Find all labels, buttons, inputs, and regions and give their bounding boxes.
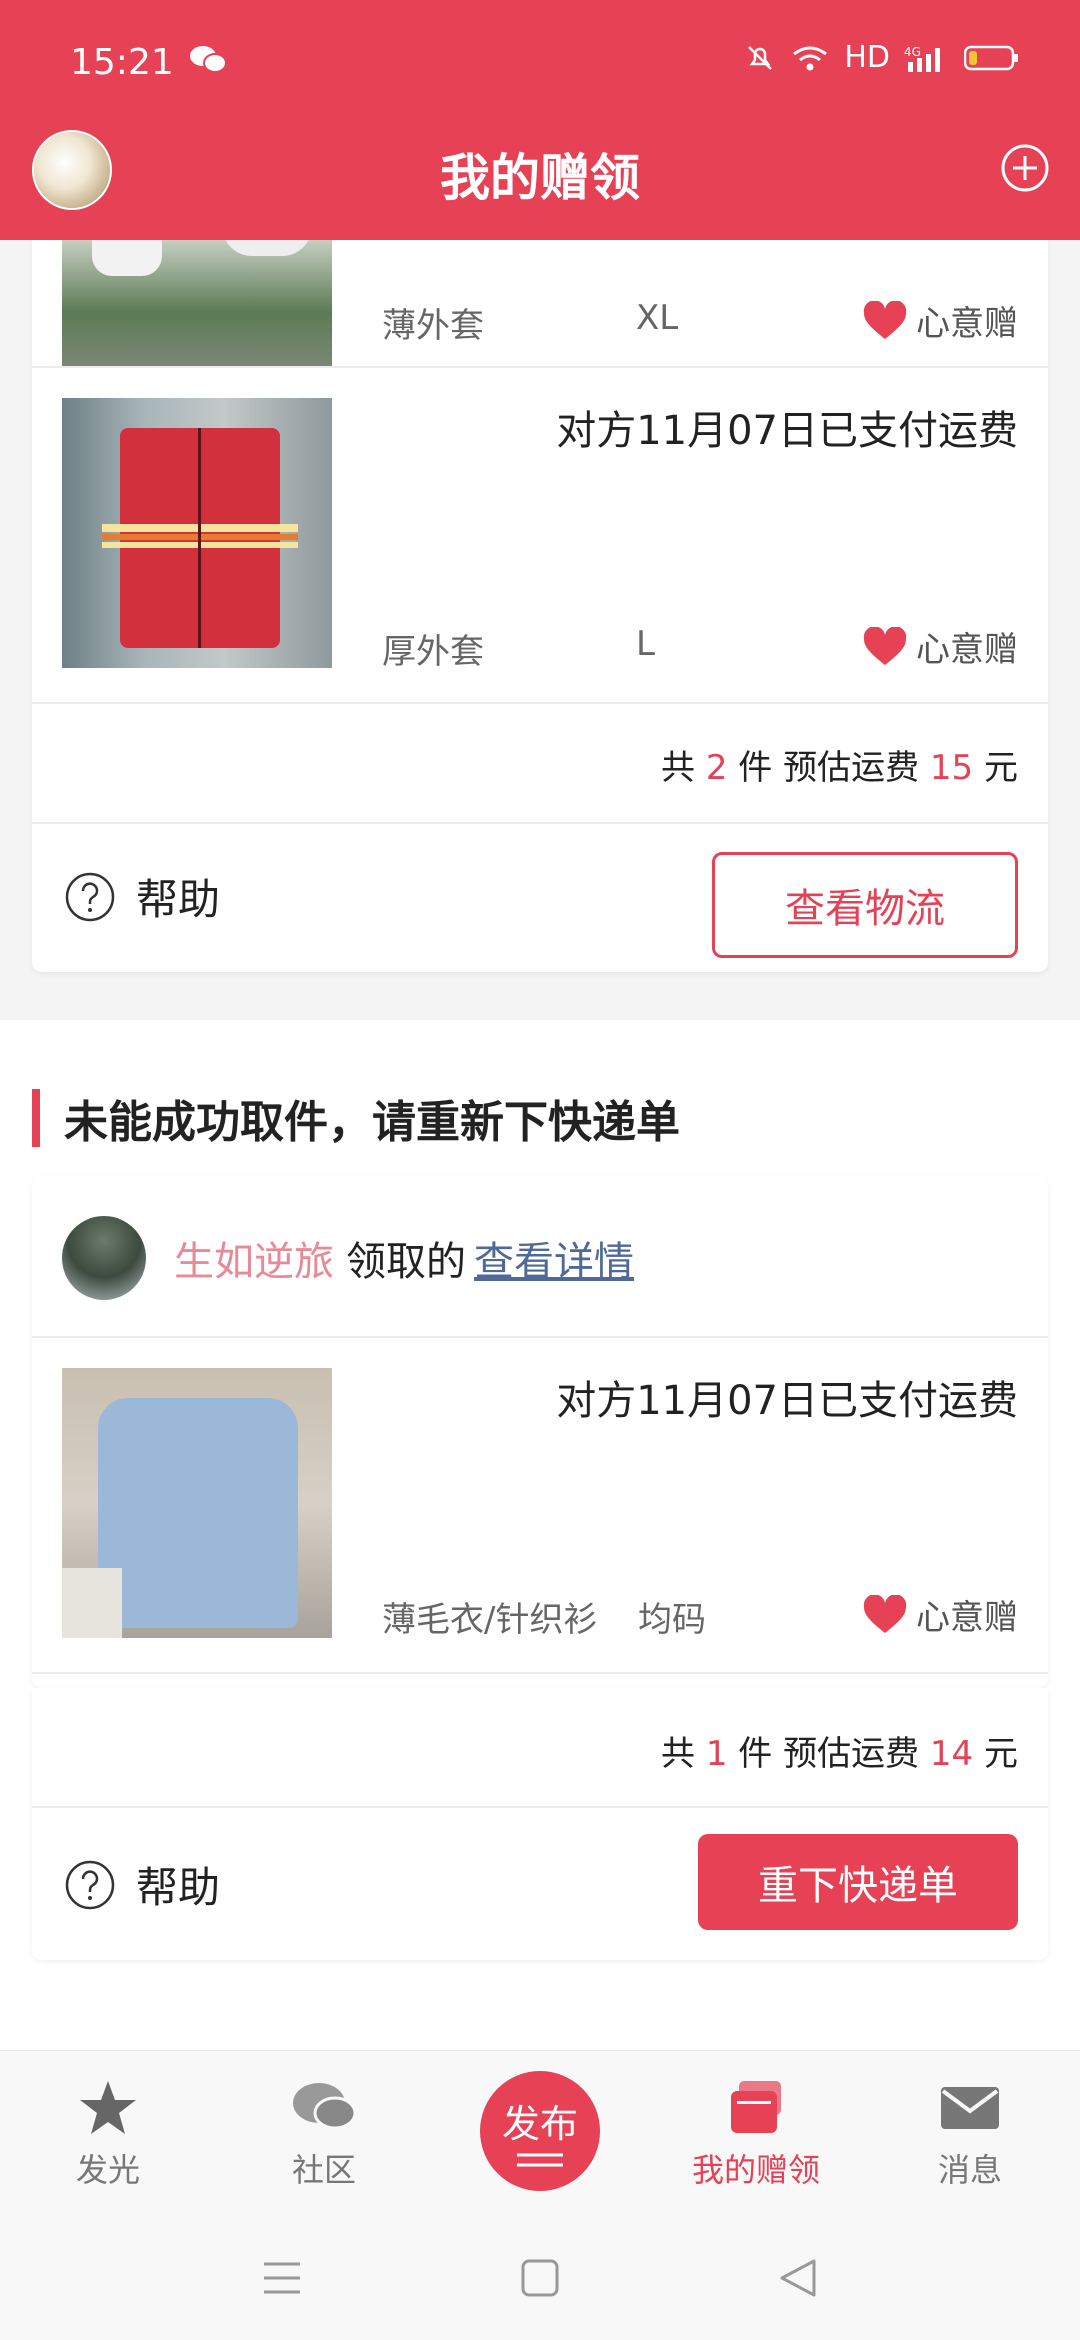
receiver-text: 领取的 [346,1239,466,1285]
item-tag: 心意赠 [862,296,1018,345]
item-size: L [636,624,655,664]
tab-shine[interactable]: 发光 [28,2079,188,2191]
item-category: 厚外套 [382,632,484,672]
item-note: 对方11月07日已支付运费 [556,408,1018,454]
item-tag-label: 心意赠 [916,304,1018,344]
summary-prefix: 共 [661,748,696,788]
summary-suffix: 元 [984,748,1018,788]
order-item[interactable]: 对方11月07日已支付运费 厚外套 L 心意赠 [32,368,1048,702]
tab-community[interactable]: 社区 [244,2079,404,2191]
divider [32,1672,1048,1674]
bottom-tab-bar: 发光 社区 发布 我的赠领 消息 [0,2050,1080,2221]
help-label: 帮助 [136,875,221,924]
divider [32,702,1048,704]
summary-count: 1 [705,1734,728,1774]
item-tag: 心意赠 [862,1590,1018,1639]
divider [32,1806,1048,1808]
status-bar: 15:21 HD 4G [0,0,1080,130]
heart-icon [863,626,907,665]
summary-mid: 件 预估运费 [738,1734,920,1774]
order-item[interactable]: 对方11月07日已支付运费 薄毛衣/针织衫 均码 心意赠 [32,1338,1048,1672]
order-summary: 共 1 件 预估运费 14 元 [661,1726,1018,1775]
order-card-1: 薄外套 XL 心意赠 对方11月07日已支付运费 厚外套 L 心意赠 共 2 件… [32,240,1048,972]
battery-icon [964,45,1018,70]
signal-4g-icon: 4G [904,45,940,72]
system-nav-bar [0,2220,1080,2340]
receiver-row: 生如逆旅 领取的 查看详情 [62,1216,634,1300]
svg-text:4G: 4G [904,45,921,59]
item-tag-label: 心意赠 [916,630,1018,670]
back-icon[interactable] [778,2258,818,2298]
status-time: 15:21 [70,42,174,83]
item-size: 均码 [638,1600,706,1640]
star-icon [80,2081,136,2134]
section-heading: 未能成功取件，请重新下快递单 [32,1086,680,1150]
tab-label: 我的赠领 [691,2151,820,2189]
help-button[interactable]: 帮助 [64,1854,220,1915]
item-thumbnail [62,1368,332,1638]
item-tag: 心意赠 [862,622,1018,671]
status-right: HD 4G [744,40,1020,75]
menu-lines-icon [517,2153,563,2167]
help-button[interactable]: 帮助 [64,866,220,927]
reorder-courier-button[interactable]: 重下快递单 [698,1834,1018,1930]
mute-bell-icon [748,45,773,70]
page-title: 我的赠领 [440,149,640,207]
section-title-text: 未能成功取件，请重新下快递单 [64,1097,680,1148]
summary-mid: 件 预估运费 [738,748,920,788]
tab-messages[interactable]: 消息 [890,2079,1050,2191]
summary-suffix: 元 [984,1734,1018,1774]
app-header: 我的赠领 [0,130,1080,240]
view-details-link[interactable]: 查看详情 [474,1229,634,1287]
content-area[interactable]: 薄外套 XL 心意赠 对方11月07日已支付运费 厚外套 L 心意赠 共 2 件… [0,240,1080,2050]
add-circle-icon[interactable] [1000,143,1050,193]
wallet-cards-icon [731,2081,781,2133]
publish-label: 发布 [501,2102,578,2146]
receiver-avatar[interactable] [62,1216,146,1300]
item-category: 薄外套 [382,306,484,346]
failed-pickup-section: 未能成功取件，请重新下快递单 生如逆旅 领取的 查看详情 对方11月07日已支付… [0,1020,1080,2050]
heading-accent-bar [32,1089,40,1147]
question-icon [65,872,115,921]
item-thumbnail [62,398,332,668]
chat-bubbles-icon [293,2083,357,2130]
item-thumbnail [62,240,332,366]
order-summary: 共 2 件 预估运费 15 元 [661,740,1018,789]
summary-fee: 14 [929,1734,974,1774]
tab-label: 社区 [291,2151,356,2189]
heart-icon [863,1594,907,1633]
help-label: 帮助 [136,1863,221,1912]
item-size: XL [636,298,679,338]
wechat-icon [190,46,227,73]
home-icon[interactable] [520,2258,560,2298]
publish-button[interactable]: 发布 [480,2071,600,2191]
tab-my-gifts[interactable]: 我的赠领 [676,2079,836,2191]
question-icon [65,1860,115,1909]
heart-icon [863,300,907,339]
order-item[interactable]: 薄外套 XL 心意赠 [32,240,1048,366]
item-category: 薄毛衣/针织衫 [382,1600,598,1640]
summary-count: 2 [705,748,728,788]
network-hd-label: HD [844,40,890,75]
mail-icon [941,2087,999,2129]
wifi-icon [793,46,828,70]
receiver-name[interactable]: 生如逆旅 [174,1229,334,1287]
tab-label: 发光 [75,2151,140,2189]
summary-prefix: 共 [661,1734,696,1774]
item-note: 对方11月07日已支付运费 [556,1378,1018,1424]
order-card-2-footer: 共 1 件 预估运费 14 元 帮助 重下快递单 [32,1688,1048,1960]
order-card-2: 生如逆旅 领取的 查看详情 对方11月07日已支付运费 薄毛衣/针织衫 均码 心… [32,1176,1048,1688]
tab-label: 消息 [937,2151,1002,2189]
summary-fee: 15 [929,748,974,788]
menu-icon[interactable] [262,2258,302,2298]
divider [32,822,1048,824]
item-tag-label: 心意赠 [916,1598,1018,1638]
view-logistics-button[interactable]: 查看物流 [712,852,1018,958]
